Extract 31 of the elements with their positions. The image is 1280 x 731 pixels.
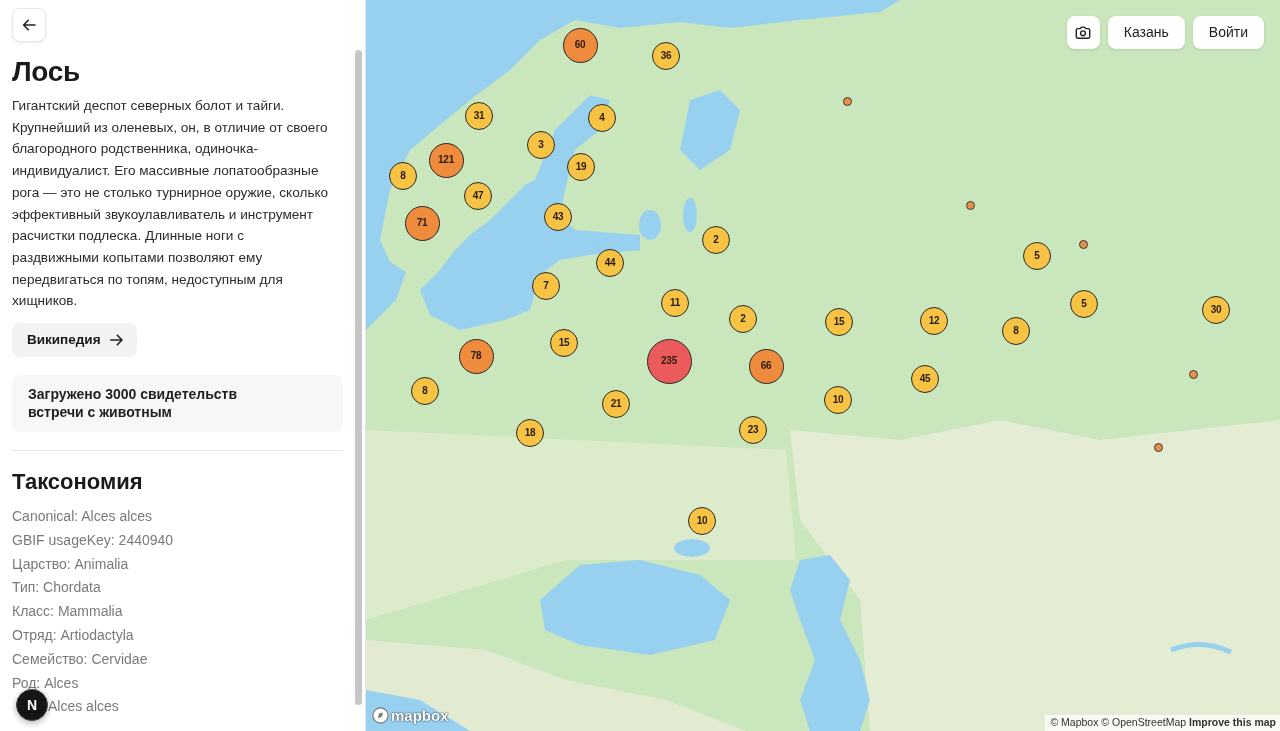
city-button[interactable]: Казань — [1107, 16, 1185, 49]
wikipedia-button[interactable]: Википедия — [12, 323, 137, 358]
taxonomy-row: Отряд: Artiodactyla — [12, 627, 134, 644]
map-point-icon[interactable] — [1078, 239, 1088, 249]
taxonomy-row: Класс: Mammalia — [12, 603, 123, 621]
taxonomy-row: Alces alces — [48, 698, 119, 716]
attribution-link[interactable]: © Mapbox — [1050, 716, 1099, 728]
login-button[interactable]: Войти — [1192, 16, 1264, 49]
sightings-notice: Загружено 3000 свидетельств встречи с животным — [28, 385, 239, 422]
mapbox-logo-icon — [372, 707, 389, 724]
improve-map-link[interactable]: Improve this map — [1189, 716, 1276, 728]
back-arrow-icon — [22, 19, 36, 31]
scrollbar-thumb[interactable] — [355, 50, 362, 705]
camera-icon — [1075, 25, 1092, 40]
taxonomy-row: Царство: Animalia — [12, 555, 129, 573]
camera-button[interactable] — [1066, 16, 1100, 49]
taxonomy-row: Canonical: Alces alces — [12, 508, 153, 526]
taxonomy-row: Тип: Chordata — [12, 579, 101, 597]
map-point-icon[interactable] — [1188, 369, 1198, 379]
taxonomy-row: GBIF usageKey: 2440940 — [12, 531, 174, 549]
attribution-link[interactable]: © OpenStreetMap — [1101, 716, 1187, 728]
taxonomy-row: Семейство: Cervidae — [12, 650, 148, 668]
species-description: Гигантский деспот северных болот и тайги. Крупнейший из оленевых, он, в отличие от своего благородного родственника, одиночка-индивидуалист. Его массивные лопатообразные рога — это не столько турнирное оружие, сколько эффективный звукоулавливатель и инструмент расчистки подлеска. Длинные ноги с раздвижными копытами позволяют ему передвигаться по топям, недоступным для хищников. — [12, 97, 330, 311]
species-title: Лось — [12, 55, 80, 89]
taxonomy-row: Род: Alces — [12, 674, 79, 692]
map-point-icon[interactable] — [842, 96, 852, 106]
map-point-icon[interactable] — [1153, 442, 1163, 452]
back-button[interactable] — [12, 8, 46, 42]
arrow-right-icon — [109, 334, 123, 347]
taxonomy-heading: Таксономия — [12, 469, 143, 496]
map-point-icon[interactable] — [965, 200, 975, 210]
